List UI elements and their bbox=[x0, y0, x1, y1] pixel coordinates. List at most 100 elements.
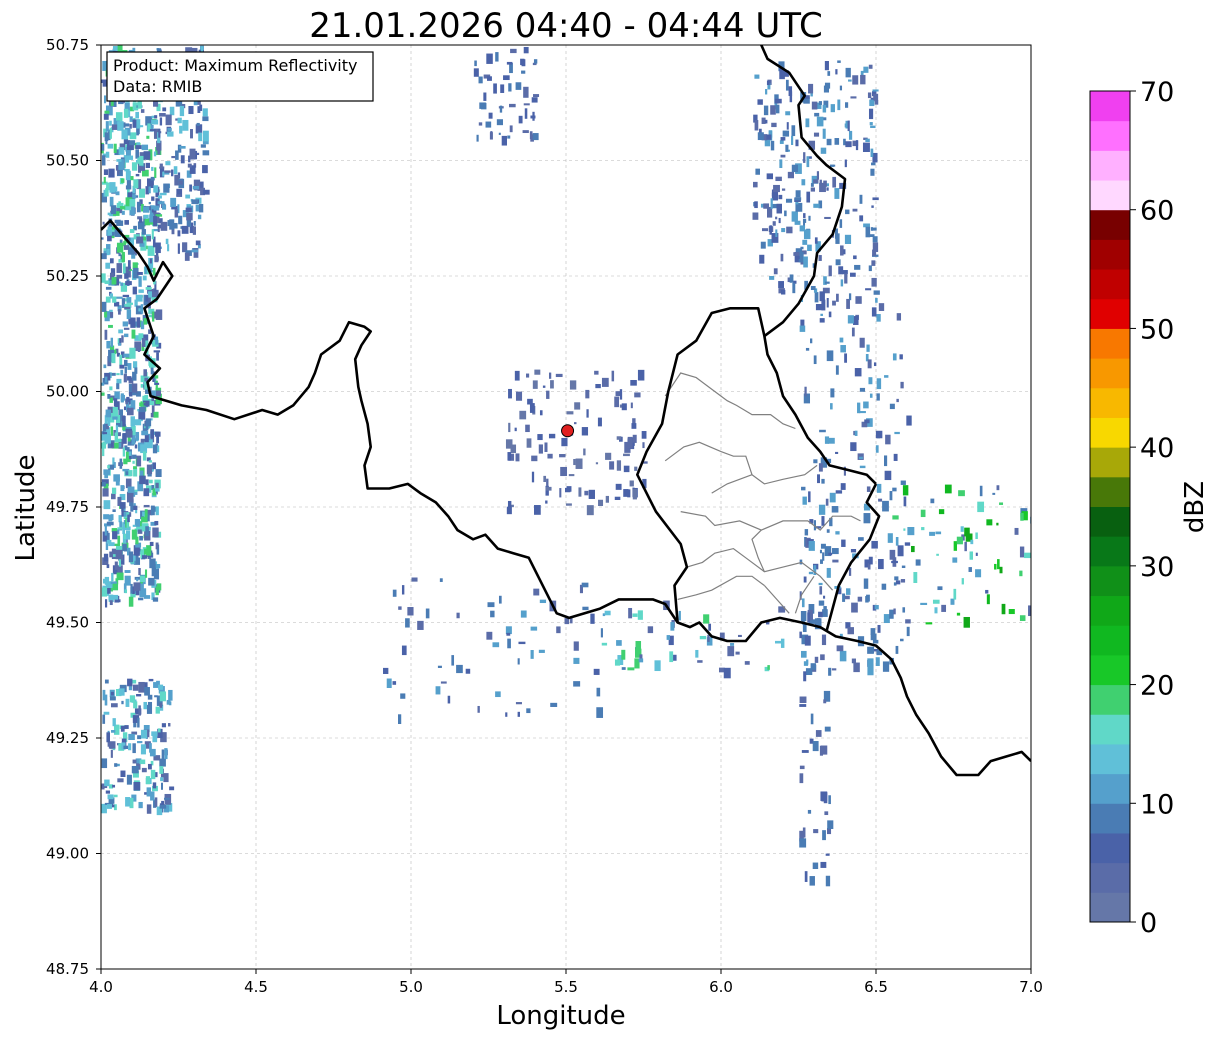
echo-cell bbox=[524, 108, 528, 119]
echo-cell bbox=[523, 86, 529, 98]
echo-cell bbox=[803, 661, 809, 666]
echo-cell bbox=[863, 401, 869, 409]
echo-cell bbox=[855, 296, 862, 304]
echo-cell bbox=[837, 99, 841, 111]
echo-cell bbox=[780, 154, 786, 158]
echo-cell bbox=[870, 125, 876, 129]
echo-cell bbox=[531, 455, 538, 462]
echo-cell bbox=[814, 292, 819, 303]
echo-cell bbox=[839, 85, 843, 91]
echo-cell bbox=[142, 451, 147, 461]
echo-cell bbox=[813, 179, 819, 184]
echo-cell bbox=[148, 479, 153, 484]
echo-cell bbox=[127, 192, 132, 198]
echo-cell bbox=[147, 513, 150, 522]
echo-cell bbox=[101, 392, 105, 396]
echo-cell bbox=[902, 607, 906, 613]
echo-cell bbox=[155, 586, 159, 596]
echo-cell bbox=[828, 311, 832, 318]
echo-cell bbox=[844, 353, 848, 363]
echo-cell bbox=[878, 498, 883, 502]
echo-cell bbox=[590, 613, 595, 624]
echo-cell bbox=[870, 227, 873, 231]
echo-cell bbox=[813, 355, 817, 365]
echo-cell bbox=[105, 409, 112, 418]
echo-cell bbox=[817, 474, 820, 484]
echo-cell bbox=[857, 596, 863, 602]
echo-cell bbox=[508, 388, 512, 399]
echo-cell bbox=[202, 116, 209, 122]
echo-cell bbox=[456, 664, 463, 674]
radar-site-marker[interactable] bbox=[561, 424, 575, 438]
colorbar-segment bbox=[1090, 862, 1130, 893]
echo-cell bbox=[875, 445, 879, 453]
echo-cell bbox=[138, 289, 144, 293]
echo-cell bbox=[850, 442, 857, 452]
echo-cell bbox=[521, 59, 526, 67]
echo-cell bbox=[799, 773, 804, 784]
echo-cell bbox=[139, 125, 144, 128]
info-product: Product: Maximum Reflectivity bbox=[113, 56, 357, 75]
echo-cell bbox=[823, 606, 827, 613]
echo-cell bbox=[103, 169, 108, 175]
echo-cell bbox=[116, 263, 122, 273]
echo-cell bbox=[191, 249, 199, 253]
echo-cell bbox=[193, 221, 196, 226]
echo-cell bbox=[834, 188, 840, 199]
echo-cell bbox=[155, 542, 159, 550]
echo-cell bbox=[544, 442, 548, 452]
echo-cell bbox=[138, 407, 146, 413]
echo-cell bbox=[845, 102, 849, 108]
echo-cell bbox=[171, 169, 174, 177]
echo-cell bbox=[166, 699, 171, 705]
echo-cell bbox=[799, 696, 807, 704]
echo-cell bbox=[760, 241, 766, 249]
echo-cell bbox=[401, 645, 407, 656]
echo-cell bbox=[126, 774, 132, 785]
echo-cell bbox=[628, 607, 633, 619]
echo-cell bbox=[106, 521, 114, 526]
echo-cell bbox=[799, 325, 806, 332]
colorbar bbox=[1089, 90, 1131, 923]
echo-cell bbox=[154, 254, 159, 263]
echo-cell bbox=[906, 626, 910, 637]
echo-cell bbox=[707, 634, 710, 642]
echo-cell bbox=[533, 94, 540, 98]
echo-cell bbox=[813, 203, 820, 208]
echo-cell bbox=[780, 638, 785, 648]
echo-cell bbox=[915, 559, 921, 566]
echo-cell bbox=[120, 485, 125, 492]
echo-cell bbox=[866, 344, 870, 352]
echo-cell bbox=[187, 163, 192, 168]
echo-cell bbox=[804, 386, 807, 397]
echo-cell bbox=[128, 451, 132, 456]
colorbar-segment bbox=[1090, 120, 1130, 151]
echo-cell bbox=[179, 146, 186, 149]
echo-cell bbox=[133, 468, 138, 477]
echo-cell bbox=[143, 403, 146, 406]
echo-cell bbox=[514, 370, 520, 381]
echo-cell bbox=[907, 527, 915, 536]
colorbar-segment bbox=[1090, 239, 1130, 270]
echo-cell bbox=[818, 101, 822, 105]
echo-cell bbox=[863, 66, 869, 73]
echo-cell bbox=[156, 352, 159, 361]
echo-cell bbox=[116, 373, 120, 376]
echo-cell bbox=[123, 139, 128, 145]
echo-cell bbox=[519, 410, 527, 420]
echo-cell bbox=[148, 678, 154, 682]
echo-cell bbox=[847, 120, 850, 132]
echo-cell bbox=[523, 103, 530, 106]
echo-cell bbox=[896, 313, 902, 321]
echo-cell bbox=[635, 641, 642, 652]
echo-cell bbox=[806, 191, 811, 203]
echo-cell bbox=[153, 682, 159, 688]
info-box: Product: Maximum Reflectivity Data: RMIB bbox=[106, 51, 374, 102]
echo-cell bbox=[405, 618, 410, 628]
figure-title: 21.01.2026 04:40 - 04:44 UTC bbox=[309, 6, 823, 46]
echo-cell bbox=[775, 229, 778, 238]
echo-cell bbox=[871, 162, 876, 166]
colorbar-segment bbox=[1090, 298, 1130, 329]
colorbar-tick-label: 0 bbox=[1140, 908, 1157, 939]
echo-cell bbox=[102, 714, 106, 724]
